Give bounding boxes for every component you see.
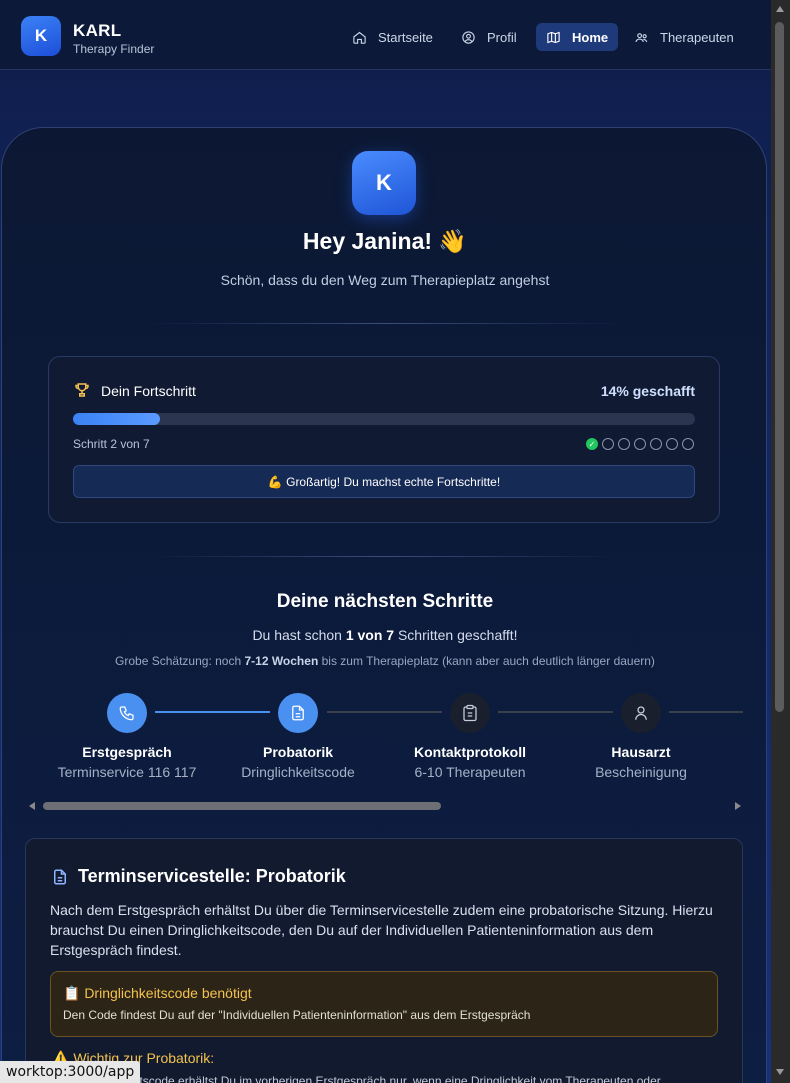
hero-logo-letter: K xyxy=(376,170,392,195)
map-icon xyxy=(547,31,560,43)
vertical-scrollbar[interactable] xyxy=(771,0,790,1083)
scrollbar-thumb[interactable] xyxy=(775,22,784,712)
home-icon xyxy=(353,31,366,44)
nav-item-home[interactable]: Home xyxy=(536,23,619,51)
divider xyxy=(150,556,620,557)
brand-subtitle: Therapy Finder xyxy=(73,42,155,56)
greeting-subtitle: Schön, dass du den Weg zum Therapieplatz… xyxy=(220,272,550,288)
document-icon xyxy=(54,869,66,885)
users-icon xyxy=(635,32,648,42)
nav-label: Therapeuten xyxy=(660,29,734,45)
nav-label: Startseite xyxy=(378,29,433,45)
brand-logo[interactable]: K xyxy=(21,16,61,56)
step-dot xyxy=(634,438,646,450)
step-desc: Dringlichkeitscode xyxy=(241,764,355,780)
step-dot xyxy=(650,438,662,450)
time-estimate: Grobe Schätzung: noch 7-12 Wochen bis zu… xyxy=(0,654,770,668)
step-dot xyxy=(618,438,630,450)
brand-logo-letter: K xyxy=(34,26,48,45)
urgency-code-text: Den Code findest Du auf der "Individuell… xyxy=(63,1008,531,1022)
step-probatorik[interactable] xyxy=(278,693,318,733)
step-connector xyxy=(155,711,270,713)
progress-title: Dein Fortschritt xyxy=(101,383,196,399)
motivation-banner: 💪 Großartig! Du machst echte Fortschritt… xyxy=(73,465,695,498)
steps-sub-suffix: Schritten geschafft! xyxy=(394,627,518,643)
hero-logo: K xyxy=(352,151,416,215)
horizontal-scrollbar-thumb[interactable] xyxy=(43,802,441,810)
phone-icon xyxy=(119,706,134,721)
user-circle-icon xyxy=(462,30,475,44)
est-bold: 7-12 Wochen xyxy=(244,654,319,668)
steps-sub-bold: 1 von 7 xyxy=(345,627,395,643)
detail-text: Nach dem Erstgespräch erhältst Du über d… xyxy=(50,902,713,958)
step-name: Erstgespräch xyxy=(82,744,172,760)
est-suffix: bis zum Therapieplatz (kann aber auch de… xyxy=(318,654,655,668)
nav-label: Home xyxy=(572,29,609,45)
steps-sub-prefix: Du hast schon xyxy=(252,627,346,643)
status-bar-url: worktop:3000/app xyxy=(0,1061,141,1083)
document-icon xyxy=(292,705,304,721)
scroll-up-arrow-icon[interactable] xyxy=(776,6,784,12)
step-desc: 6-10 Therapeuten xyxy=(414,764,526,780)
steps-horizontal-scrollbar[interactable] xyxy=(29,798,741,814)
scroll-right-arrow-icon[interactable] xyxy=(735,802,741,810)
detail-title: Terminservicestelle: Probatorik xyxy=(78,866,346,886)
steps-subtitle: Du hast schon 1 von 7 Schritten geschaff… xyxy=(0,627,770,643)
clipboard-icon xyxy=(463,704,477,722)
step-name: Kontaktprotokoll xyxy=(414,744,526,760)
step-dot xyxy=(602,438,614,450)
urgency-code-title: 📋 Dringlichkeitscode benötigt xyxy=(63,985,252,1001)
step-dot xyxy=(682,438,694,450)
step-hausarzt[interactable] xyxy=(621,693,661,733)
step-connector xyxy=(669,711,743,713)
nav-item-therapeuten[interactable]: Therapeuten xyxy=(624,23,744,51)
step-name: Probatorik xyxy=(262,744,333,760)
top-navbar: K KARL Therapy Finder Startseite Profil … xyxy=(0,0,771,70)
urgency-code-notice xyxy=(50,971,718,1037)
brand-name: KARL xyxy=(73,21,122,40)
important-note-text: Den Dringlichkeitscode erhältst Du im vo… xyxy=(52,1074,661,1083)
trophy-icon xyxy=(75,383,89,397)
divider xyxy=(150,323,620,324)
step-desc: Bescheinigung xyxy=(595,764,687,780)
greeting-title: Hey Janina! 👋 xyxy=(302,228,468,254)
scroll-down-arrow-icon[interactable] xyxy=(776,1069,784,1075)
step-dot-done: ✓ xyxy=(586,438,598,450)
step-connector xyxy=(327,711,442,713)
step-dot xyxy=(666,438,678,450)
person-icon xyxy=(635,706,647,720)
step-kontaktprotokoll[interactable] xyxy=(450,693,490,733)
est-prefix: Grobe Schätzung: noch xyxy=(115,654,245,668)
step-dots: ✓ xyxy=(586,438,694,450)
progress-percent: 14% geschafft xyxy=(600,383,695,399)
steps-title: Deine nächsten Schritte xyxy=(276,591,494,612)
step-counter: Schritt 2 von 7 xyxy=(73,437,150,451)
nav-item-profil[interactable]: Profil xyxy=(451,23,527,51)
progress-bar xyxy=(73,413,695,425)
nav-item-startseite[interactable]: Startseite xyxy=(342,23,443,51)
scroll-left-arrow-icon[interactable] xyxy=(29,802,35,810)
step-desc: Terminservice 116 117 xyxy=(57,764,197,780)
step-name: Hausarzt xyxy=(611,744,671,760)
step-erstgespraech[interactable] xyxy=(107,693,147,733)
progress-bar-fill xyxy=(73,413,161,425)
nav-label: Profil xyxy=(487,29,517,45)
step-connector xyxy=(498,711,613,713)
